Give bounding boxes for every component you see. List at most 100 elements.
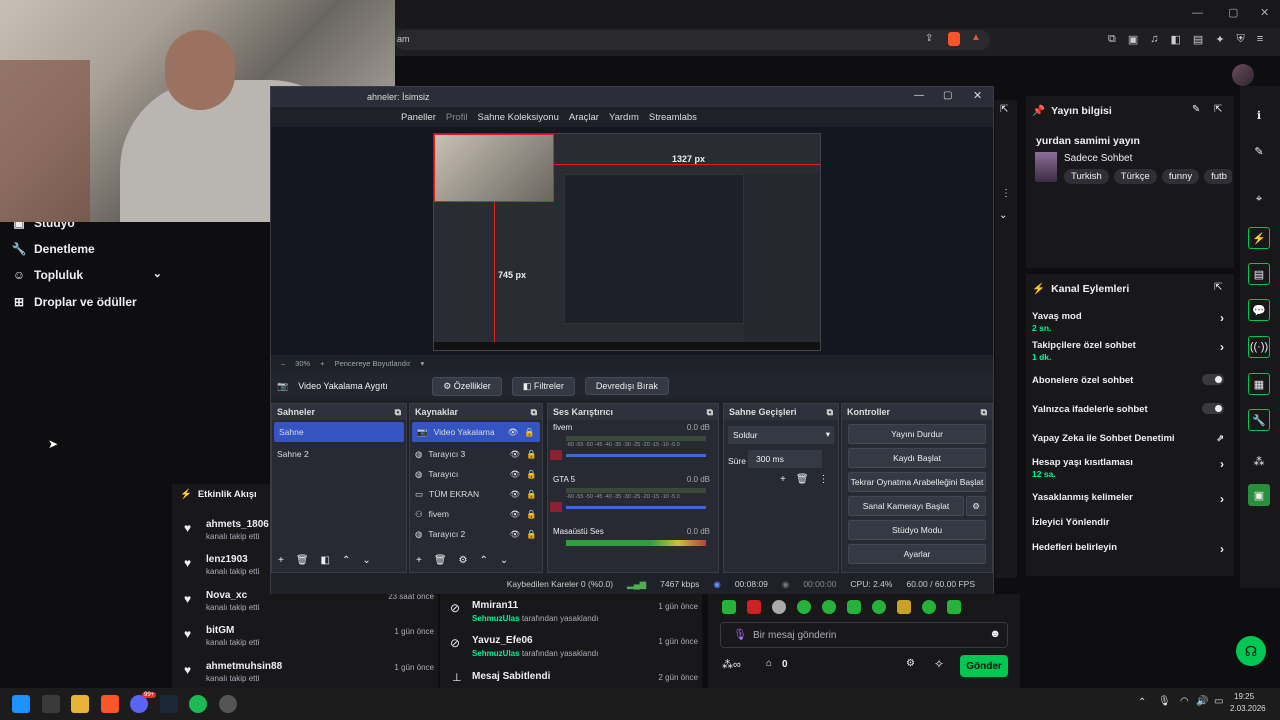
channel-points-icon[interactable]: ⁂∞ — [722, 658, 741, 671]
lock-icon[interactable]: 🔒 — [524, 427, 535, 438]
chevron-up-icon[interactable]: ⌃ — [480, 555, 488, 566]
brave-browser-icon[interactable] — [101, 695, 119, 713]
filter-icon[interactable]: ◧ — [321, 555, 330, 566]
add-icon[interactable]: + — [278, 555, 284, 566]
ai-icon[interactable]: ✦ — [1215, 33, 1224, 46]
chevron-down-icon[interactable]: ▾ — [420, 359, 424, 368]
settings-button[interactable]: Ayarlar — [848, 544, 986, 564]
mute-icon[interactable] — [550, 450, 562, 460]
maximize-icon[interactable]: ▢ — [1228, 6, 1238, 19]
activity-icon[interactable]: ▦ — [1248, 373, 1270, 395]
extension-icon[interactable]: ▣ — [1248, 484, 1270, 506]
undock-icon[interactable]: ⧉ — [531, 407, 537, 417]
nav-moderation[interactable]: 🔧 Denetleme — [12, 242, 95, 256]
source-item[interactable]: ⚇ fivem 👁 🔒 — [410, 504, 542, 524]
emoji-icon[interactable]: ☻ — [989, 628, 1001, 640]
source-item[interactable]: ◍ Tarayıcı 👁 🔒 — [410, 464, 542, 484]
group-icon[interactable]: ⁂ — [1248, 450, 1270, 472]
add-icon[interactable]: + — [780, 474, 786, 485]
popout-icon[interactable]: ⇱ — [1214, 282, 1222, 293]
address-bar[interactable]: am ⇪ ▲ — [395, 30, 990, 50]
eye-icon[interactable]: 👁 — [510, 509, 521, 520]
zoom-in-icon[interactable]: + — [320, 359, 324, 368]
lock-icon[interactable]: 🔒 — [526, 529, 537, 540]
chevron-down-icon[interactable]: ⌄ — [362, 555, 370, 566]
steam-icon[interactable] — [160, 695, 178, 713]
tag[interactable]: futb — [1204, 169, 1232, 184]
edit-icon[interactable]: ✎ — [1192, 104, 1200, 115]
chevron-up-icon[interactable]: ⌃ — [342, 555, 350, 566]
wrench-icon[interactable]: 🔧 — [1248, 409, 1270, 431]
properties-button[interactable]: ⚙ Özellikler — [432, 376, 502, 396]
lock-icon[interactable]: 🔒 — [526, 509, 537, 520]
emote-icon[interactable] — [922, 600, 936, 614]
subscribers-only-toggle[interactable] — [1202, 374, 1224, 385]
lock-icon[interactable]: 🔒 — [526, 489, 537, 500]
brave-shield-icon[interactable] — [948, 32, 960, 46]
volume-slider[interactable] — [566, 454, 706, 457]
gift-icon[interactable]: ⌂ — [766, 658, 772, 669]
blocked-terms-action[interactable]: Yasaklanmış kelimeler › — [1032, 492, 1224, 506]
rewards-icon[interactable]: ▲ — [971, 32, 981, 43]
music-icon[interactable]: ♫ — [1150, 33, 1158, 46]
document-icon[interactable]: ▤ — [1248, 263, 1270, 285]
studio-mode-button[interactable]: Stüdyo Modu — [848, 520, 986, 540]
minimize-icon[interactable]: — — [914, 90, 924, 101]
stop-streaming-button[interactable]: Yayını Durdur — [848, 424, 986, 444]
volume-slider[interactable] — [566, 506, 706, 509]
followers-only-action[interactable]: Takipçilere özel sohbet 1 dk. › — [1032, 340, 1224, 362]
goals-action[interactable]: Hedefleri belirleyin › — [1032, 542, 1224, 556]
trash-icon[interactable]: 🗑 — [796, 474, 809, 485]
mute-icon[interactable] — [550, 502, 562, 512]
vpn-icon[interactable]: ⛨ — [1237, 33, 1245, 46]
emote-icon[interactable] — [947, 600, 961, 614]
filters-button[interactable]: ◧ Filtreler — [511, 376, 575, 396]
edit-icon[interactable]: ✎ — [1248, 140, 1270, 162]
trash-icon[interactable]: 🗑 — [296, 555, 309, 566]
fit-to-window[interactable]: Pencereye Boyutlandır — [335, 359, 411, 368]
share-icon[interactable]: ⇪ — [925, 33, 933, 44]
lock-icon[interactable]: 🔒 — [526, 469, 537, 480]
mod-view-icon[interactable]: ✧ — [934, 657, 944, 671]
obs-icon[interactable] — [219, 695, 237, 713]
undock-icon[interactable]: ⧉ — [981, 407, 987, 417]
clock-time[interactable]: 19:25 — [1234, 692, 1254, 701]
nav-community[interactable]: ☺ Topluluk ⌄ — [12, 268, 162, 282]
settings-icon[interactable]: ⚙ — [459, 555, 468, 566]
slow-mode-action[interactable]: Yavaş mod 2 sn. › — [1032, 311, 1224, 333]
replay-buffer-button[interactable]: Tekrar Oynatma Arabelleğini Başlat — [848, 472, 986, 492]
source-item[interactable]: ◍ Tarayıcı 2 👁 🔒 — [410, 524, 542, 544]
transition-select[interactable]: Soldur ▾ — [728, 426, 834, 444]
scene-item[interactable]: Sahne 2 — [272, 444, 406, 464]
focus-icon[interactable]: ⌖ — [1248, 188, 1270, 210]
trash-icon[interactable]: 🗑 — [434, 555, 447, 566]
chevron-down-icon[interactable]: ⌄ — [999, 210, 1007, 221]
menu-item[interactable]: Yardım — [609, 112, 639, 123]
more-icon[interactable]: ⋮ — [1001, 188, 1011, 199]
spotify-icon[interactable] — [189, 695, 207, 713]
close-icon[interactable]: ✕ — [973, 89, 982, 102]
add-icon[interactable]: + — [416, 555, 422, 566]
popout-icon[interactable]: ⇱ — [1000, 104, 1008, 115]
undock-icon[interactable]: ⧉ — [827, 407, 833, 417]
screenshot-icon[interactable]: ▣ — [1128, 33, 1138, 46]
selected-source[interactable] — [434, 134, 554, 202]
avatar[interactable] — [1232, 64, 1254, 86]
chevron-down-icon[interactable]: ⌄ — [500, 555, 508, 566]
nav-drops[interactable]: ⊞ Droplar ve ödüller — [12, 295, 137, 309]
virtual-camera-button[interactable]: Sanal Kamerayı Başlat — [848, 496, 964, 516]
extensions-icon[interactable]: ⧉ — [1108, 33, 1116, 46]
battery-icon[interactable]: ▭ — [1214, 696, 1223, 707]
microphone-icon[interactable]: 🎙 — [1158, 696, 1171, 707]
emote-icon[interactable] — [722, 600, 736, 614]
volume-icon[interactable]: 🔊 — [1196, 696, 1208, 707]
emote-icon[interactable] — [797, 600, 811, 614]
source-item[interactable]: ▭ TÜM EKRAN 👁 🔒 — [410, 484, 542, 504]
chevron-up-icon[interactable]: ⌃ — [1138, 697, 1146, 708]
tag[interactable]: Türkçe — [1113, 169, 1157, 184]
chat-input[interactable]: 🎙 Bir mesaj gönderin ☻ — [720, 622, 1008, 648]
emote-icon[interactable] — [747, 600, 761, 614]
settings-icon[interactable]: ⚙ — [966, 496, 986, 516]
menu-item[interactable]: Sahne Koleksiyonu — [478, 112, 559, 123]
minimize-icon[interactable]: — — [1192, 7, 1203, 19]
